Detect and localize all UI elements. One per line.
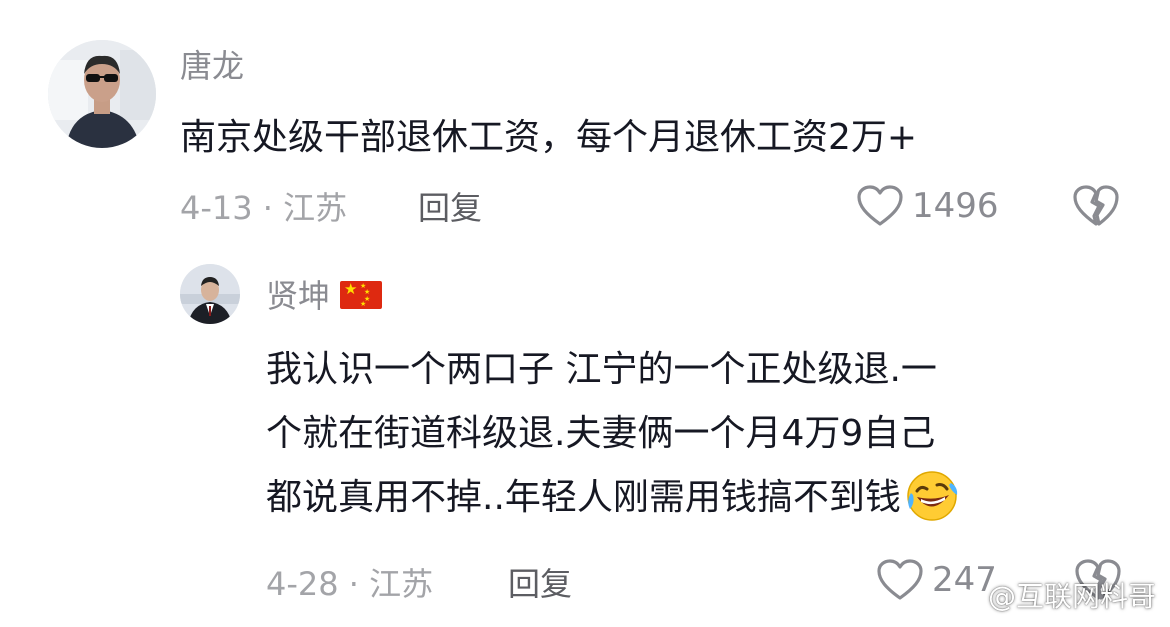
comment-line: 我认识一个两口子 江宁的一个正处级退.一	[266, 349, 937, 390]
username[interactable]: 贤坤 ★ ★ ★ ★ ★	[266, 276, 383, 316]
broken-heart-icon	[1073, 185, 1119, 226]
date-location: 4-13 · 江苏	[180, 189, 348, 227]
rolling-laughing-emoji	[907, 471, 958, 521]
comment-line: 个就在街道科级退.夫妻俩一个月4万9自己	[266, 413, 936, 454]
heart-icon	[857, 185, 903, 226]
watermark: @互联网料哥	[950, 575, 1156, 615]
weibo-icon	[950, 584, 981, 607]
heart-icon	[877, 559, 923, 600]
username-text: 贤坤	[266, 277, 331, 315]
avatar[interactable]	[180, 264, 240, 324]
flag-cn-icon: ★ ★ ★ ★ ★	[340, 281, 383, 309]
dislike-button[interactable]	[1072, 184, 1120, 232]
watermark-text: @互联网料哥	[987, 580, 1156, 613]
username[interactable]: 唐龙	[180, 46, 244, 86]
comment-text: 我认识一个两口子 江宁的一个正处级退.一 个就在街道科级退.夫妻俩一个月4万9自…	[266, 338, 1126, 530]
comment-line: 都说真用不掉..年轻人刚需用钱搞不到钱	[266, 477, 901, 518]
reply-button[interactable]: 回复	[508, 564, 572, 604]
date-location: 4-28 · 江苏	[266, 565, 434, 603]
avatar[interactable]	[48, 40, 156, 148]
reply-button[interactable]: 回复	[418, 188, 482, 228]
like-count: 1496	[912, 186, 999, 226]
comment-line-last: 都说真用不掉..年轻人刚需用钱搞不到钱	[266, 466, 1126, 530]
like-button[interactable]: 1496	[856, 184, 999, 228]
comment-text: 南京处级干部退休工资，每个月退休工资2万+	[180, 117, 918, 158]
